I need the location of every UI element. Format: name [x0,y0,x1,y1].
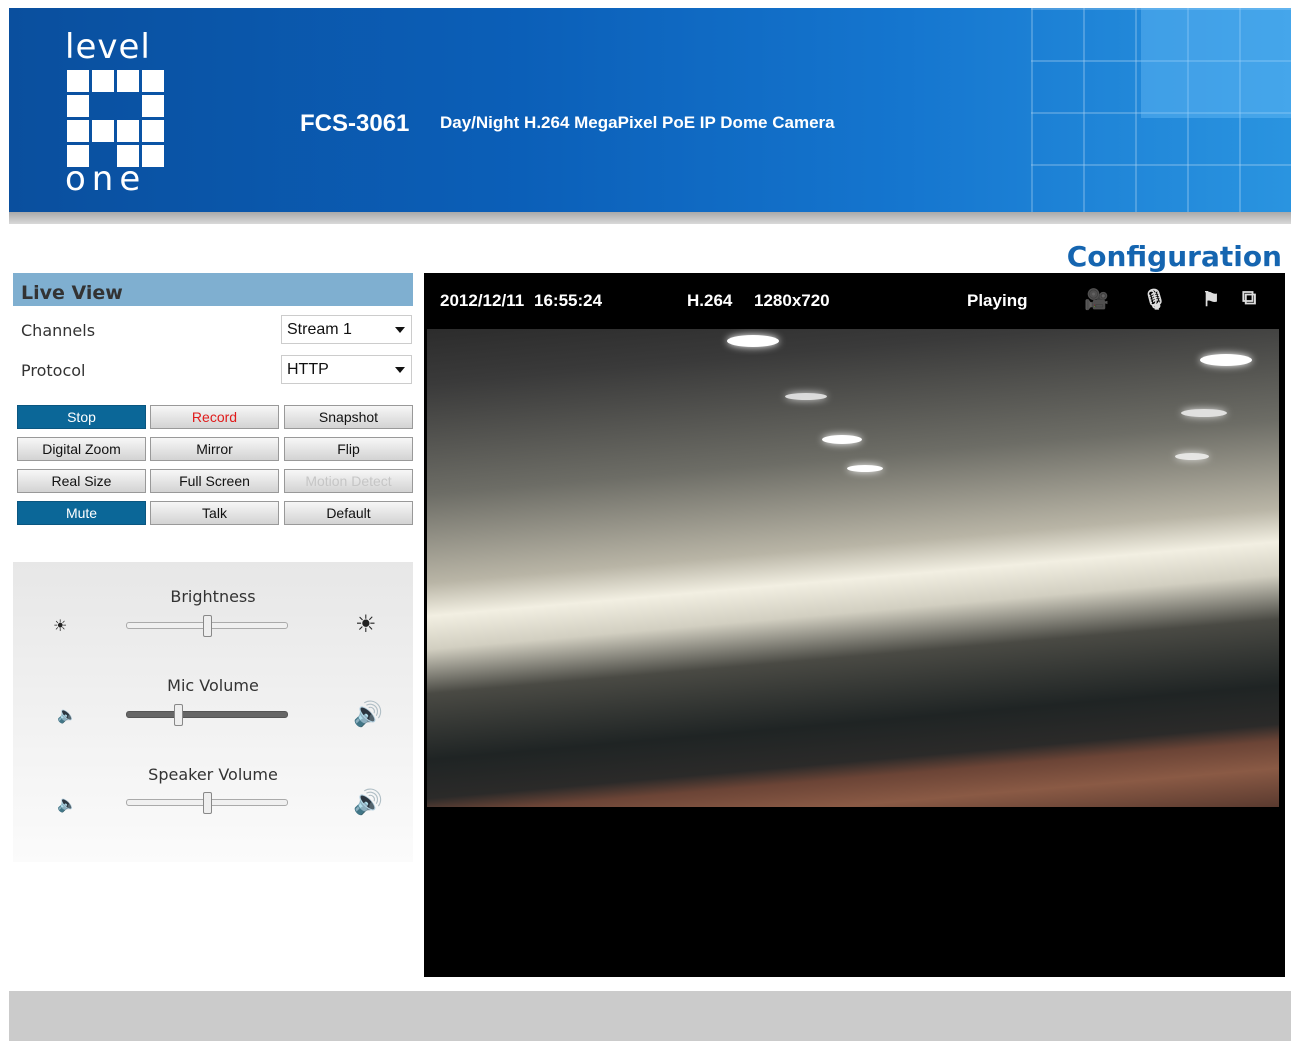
digital-zoom-button[interactable]: Digital Zoom [17,437,146,461]
protocol-label: Protocol [21,361,86,380]
full-screen-button[interactable]: Full Screen [150,469,279,493]
brightness-label: Brightness [170,587,256,606]
speaker-low-icon: 🔈 [57,796,77,813]
video-status: Playing [967,291,1028,310]
speaker-high-icon: 🔊 [353,789,383,816]
video-status-bar: 2012/12/11 16:55:24 H.264 1280x720 Playi… [424,273,1285,327]
speaker-low-icon: 🔈 [57,707,77,724]
header-banner: level one FCS-3061 Day/Night H.264 MegaP… [9,8,1291,212]
channels-label: Channels [21,321,96,340]
speaker-high-icon: 🔊 [353,701,383,728]
configuration-link[interactable]: Configuration [1067,240,1282,273]
window-icon[interactable]: ⧉ [1242,287,1256,310]
camera-record-icon[interactable]: 🎥 [1084,287,1109,312]
motion-detect-button: Motion Detect [284,469,413,493]
logo-text-bottom: one [65,159,147,199]
video-resolution: 1280x720 [754,291,830,310]
video-codec: H.264 [687,291,733,310]
mirror-button[interactable]: Mirror [150,437,279,461]
mic-volume-label: Mic Volume [167,676,259,695]
microphone-icon[interactable]: 🎙 [1142,287,1167,312]
stop-button[interactable]: Stop [17,405,146,429]
brightness-low-icon: ☀ [53,618,68,635]
protocol-select[interactable]: HTTP [281,355,412,384]
header-divider [9,212,1291,224]
image-audio-panel: Brightness ☀ ☀ Mic Volume 🔈 🔊 Speaker Vo… [13,562,413,862]
flag-icon[interactable]: ⚑ [1202,287,1220,312]
header-decoration-highlight [1141,8,1291,118]
camera-description: Day/Night H.264 MegaPixel PoE IP Dome Ca… [440,113,835,132]
mute-button[interactable]: Mute [17,501,146,525]
logo-text-top: level [65,27,151,67]
speaker-volume-slider-thumb[interactable] [203,792,212,814]
speaker-volume-label: Speaker Volume [148,765,278,784]
default-button[interactable]: Default [284,501,413,525]
brightness-high-icon: ☀ [355,611,377,638]
channels-select-value: Stream 1 [287,321,352,338]
chevron-down-icon [395,327,405,333]
live-view-title: Live View [13,273,413,306]
record-button[interactable]: Record [150,405,279,429]
speaker-volume-slider[interactable] [126,792,288,814]
video-time: 16:55:24 [534,291,603,310]
brightness-slider-thumb[interactable] [203,615,212,637]
mic-volume-slider-thumb[interactable] [174,704,184,726]
camera-live-image [427,329,1279,807]
levelone-logo: level one [61,30,173,198]
snapshot-button[interactable]: Snapshot [284,405,413,429]
real-size-button[interactable]: Real Size [17,469,146,493]
brightness-slider[interactable] [126,615,288,637]
talk-button[interactable]: Talk [150,501,279,525]
channels-select[interactable]: Stream 1 [281,315,412,344]
flip-button[interactable]: Flip [284,437,413,461]
chevron-down-icon [395,367,405,373]
camera-model: FCS-3061 [300,110,410,137]
protocol-select-value: HTTP [287,361,329,378]
video-date: 2012/12/11 [440,291,525,310]
video-viewer[interactable]: 2012/12/11 16:55:24 H.264 1280x720 Playi… [424,273,1285,977]
mic-volume-slider[interactable] [126,704,288,726]
footer-bar [9,991,1291,1041]
